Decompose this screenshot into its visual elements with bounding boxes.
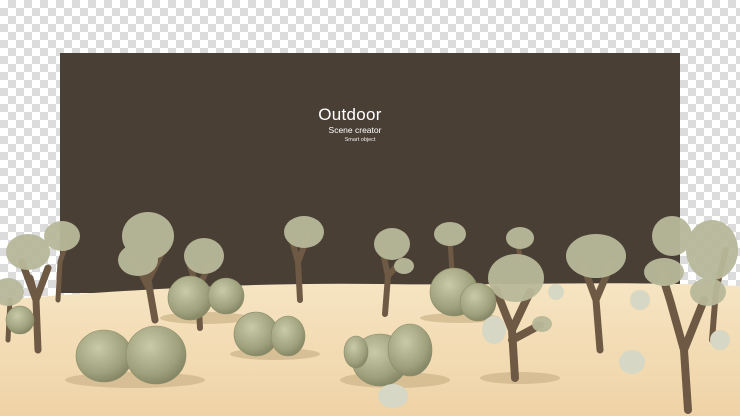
- desert-scene: [0, 212, 740, 416]
